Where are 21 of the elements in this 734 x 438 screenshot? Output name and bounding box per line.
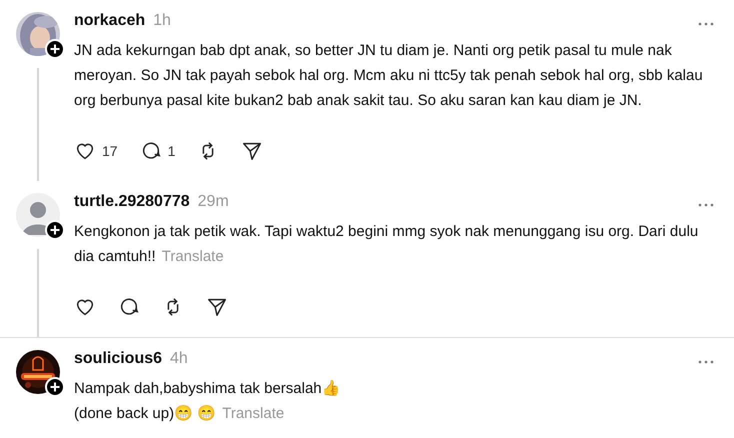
timestamp: 1h: [153, 12, 171, 30]
send-icon: [206, 296, 228, 318]
username[interactable]: soulicious6: [74, 350, 162, 368]
timestamp: 29m: [198, 193, 229, 211]
follow-icon[interactable]: [45, 220, 65, 240]
reply-button[interactable]: 1: [140, 140, 176, 162]
send-icon: [241, 140, 264, 162]
like-button[interactable]: 17: [74, 140, 118, 162]
follow-icon[interactable]: [45, 377, 65, 397]
comment-text: JN ada kekurngan bab dpt anak, so better JN tu diam je. Nanti org petik pasal tu mule nak meroyan. So JN tak payah sebok hal org. Mcm aku ni ttc5y tak penah sebok hal org, sbb kalau org berbunya pasal kite bukan2 bab anak sakit tau. So aku saran kan kau diam je JN.: [74, 41, 704, 111]
more-icon[interactable]: [698, 203, 714, 207]
share-button[interactable]: [206, 296, 228, 318]
follow-icon[interactable]: [45, 39, 65, 59]
username[interactable]: turtle.29280778: [74, 193, 190, 211]
comment-text: Nampak dah,babyshima tak bersalah👍 (done back up)😁 😁 Translate: [74, 379, 342, 424]
username[interactable]: norkaceh: [74, 12, 146, 30]
more-icon[interactable]: [698, 360, 714, 364]
more-icon[interactable]: [698, 22, 714, 26]
comment-text: Kengkonon ja tak petik wak. Tapi waktu2 begini mmg syok nak menunggang isu org. Dari dulu dia camtuh!! Translate: [74, 222, 700, 267]
timestamp: 4h: [170, 350, 188, 368]
share-button[interactable]: [241, 140, 264, 162]
